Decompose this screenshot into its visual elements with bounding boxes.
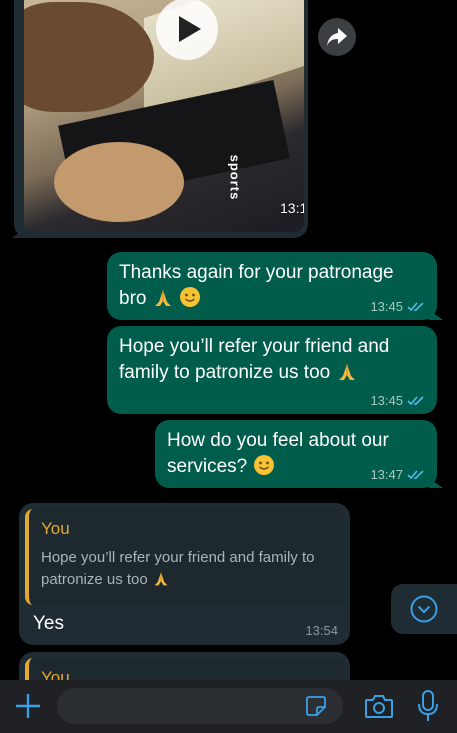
thumbnail-hand	[24, 2, 154, 112]
incoming-reply-message[interactable]: You	[19, 652, 350, 680]
message-input-bar	[0, 680, 457, 733]
thumbnail-hand-lower	[54, 142, 184, 222]
forward-icon	[327, 28, 347, 46]
video-thumbnail[interactable]: sports 13:15	[24, 0, 304, 232]
message-time: 13:54	[305, 623, 338, 638]
folded-hands-emoji	[154, 290, 171, 306]
scroll-to-bottom-button[interactable]	[391, 584, 457, 634]
play-button[interactable]	[156, 0, 218, 60]
bubble-tail	[429, 478, 443, 488]
thumbnail-logo: sports	[227, 154, 243, 201]
smiling-face-emoji	[253, 455, 274, 475]
message-meta: 13:45	[370, 393, 425, 408]
message-time: 13:45	[370, 393, 403, 408]
quoted-message[interactable]: You Hope you’ll refer your friend and fa…	[25, 509, 344, 605]
message-text: How do you feel about our services?	[167, 430, 389, 477]
quote-text-wrap: Hope you’ll refer your friend and family…	[41, 547, 332, 591]
quote-author: You	[41, 668, 70, 680]
message-text-wrap: Hope you’ll refer your friend and family…	[119, 334, 425, 386]
microphone-icon[interactable]	[417, 690, 439, 722]
outgoing-message[interactable]: Hope you’ll refer your friend and family…	[107, 326, 437, 414]
read-receipt-icon	[407, 302, 424, 312]
bubble-tail	[429, 310, 443, 320]
read-receipt-icon	[407, 396, 424, 406]
plus-icon[interactable]	[14, 692, 42, 720]
message-time: 13:47	[370, 467, 403, 482]
quote-text: Hope you’ll refer your friend and family…	[41, 549, 315, 588]
video-timestamp: 13:15	[280, 200, 304, 216]
forward-button[interactable]	[318, 18, 356, 56]
quote-author: You	[41, 519, 70, 538]
play-icon	[178, 16, 201, 42]
outgoing-message[interactable]: Thanks again for your patronage bro 13:4…	[107, 252, 443, 320]
outgoing-message[interactable]: How do you feel about our services? 13:4…	[155, 420, 443, 488]
read-receipt-icon	[407, 470, 424, 480]
sticker-icon[interactable]	[305, 695, 327, 717]
chevron-down-icon	[410, 595, 438, 623]
message-input[interactable]	[57, 688, 343, 724]
smiling-face-emoji	[180, 287, 201, 307]
folded-hands-emoji	[154, 572, 168, 586]
reply-text: Yes	[33, 613, 64, 634]
message-meta: 13:47	[370, 467, 425, 482]
bubble-tail	[12, 228, 26, 238]
quoted-message[interactable]: You	[25, 658, 344, 680]
message-time: 13:45	[370, 299, 403, 314]
message-meta: 13:45	[370, 299, 425, 314]
folded-hands-emoji	[338, 364, 355, 380]
camera-icon[interactable]	[364, 693, 394, 719]
chat-area: sports 13:15 Thanks again for your patro…	[0, 0, 457, 680]
incoming-reply-message[interactable]: You Hope you’ll refer your friend and fa…	[19, 503, 350, 645]
